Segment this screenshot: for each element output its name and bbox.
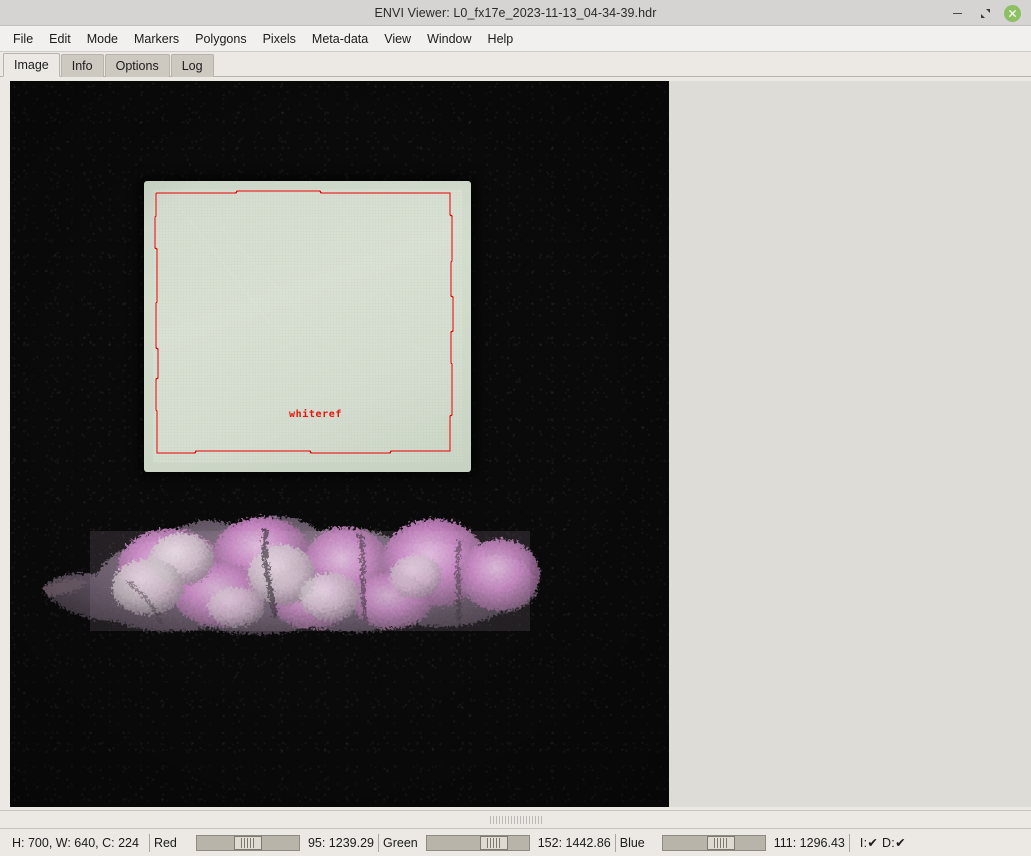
mineral-specimen <box>30 471 550 641</box>
tab-info[interactable]: Info <box>60 54 104 77</box>
titlebar: ENVI Viewer: L0_fx17e_2023-11-13_04-34-3… <box>0 0 1031 26</box>
channel-blue-value: 111: 1296.43 <box>773 835 845 850</box>
channel-red: Red 95: 1239.29 <box>153 834 374 851</box>
window-title: ENVI Viewer: L0_fx17e_2023-11-13_04-34-3… <box>374 5 657 20</box>
close-icon <box>1009 9 1016 17</box>
menu-polygons[interactable]: Polygons <box>187 29 254 49</box>
channel-red-label: Red <box>153 835 177 850</box>
tab-log[interactable]: Log <box>170 54 214 77</box>
horizontal-scrollbar[interactable] <box>0 810 1031 828</box>
main-content: whiteref <box>0 77 1031 828</box>
channel-green-label: Green <box>382 835 418 850</box>
channel-blue-slider[interactable] <box>661 834 766 851</box>
menu-mode[interactable]: Mode <box>79 29 126 49</box>
slider-grip-icon <box>241 837 255 848</box>
envi-viewer-window: ENVI Viewer: L0_fx17e_2023-11-13_04-34-3… <box>0 0 1031 856</box>
menu-pixels[interactable]: Pixels <box>255 29 304 49</box>
whiteref-scratches <box>153 189 462 463</box>
tab-image[interactable]: Image <box>3 53 60 77</box>
tabbar: Image Info Options Log <box>0 52 1031 77</box>
channel-red-value: 95: 1239.29 <box>307 835 374 850</box>
channel-red-slider-thumb[interactable] <box>233 835 262 850</box>
channel-green-slider-thumb[interactable] <box>479 835 508 850</box>
menu-view[interactable]: View <box>376 29 419 49</box>
whiteref-surface <box>153 189 462 463</box>
window-controls <box>948 0 1027 26</box>
whiteref-target <box>144 181 471 472</box>
image-dimensions-label: H: 700, W: 640, C: 224 <box>12 835 139 850</box>
statusbar-separator <box>614 833 616 852</box>
statusbar-separator <box>848 833 850 852</box>
channel-blue-label: Blue <box>619 835 645 850</box>
minimize-button[interactable] <box>948 4 966 22</box>
menu-help[interactable]: Help <box>480 29 522 49</box>
statusbar: H: 700, W: 640, C: 224 Red 95: 1239.29 G… <box>0 828 1031 856</box>
channel-green-value: 152: 1442.86 <box>537 835 611 850</box>
channel-red-slider[interactable] <box>195 834 300 851</box>
menu-meta-data[interactable]: Meta-data <box>304 29 376 49</box>
image-canvas[interactable]: whiteref <box>10 81 669 807</box>
minimize-icon <box>952 12 962 14</box>
menu-window[interactable]: Window <box>419 29 479 49</box>
channel-blue-slider-thumb[interactable] <box>706 835 735 850</box>
channel-green-slider[interactable] <box>425 834 530 851</box>
maximize-button[interactable] <box>976 4 994 22</box>
scrollbar-grip-icon[interactable] <box>489 816 542 824</box>
canvas-row: whiteref <box>0 81 1031 807</box>
slider-grip-icon <box>487 837 501 848</box>
channel-blue: Blue 111: 1296.43 <box>619 834 845 851</box>
menu-edit[interactable]: Edit <box>41 29 79 49</box>
maximize-icon <box>980 8 990 18</box>
statusbar-separator <box>148 833 150 852</box>
statusbar-separator <box>377 833 379 852</box>
close-button[interactable] <box>1004 4 1021 22</box>
side-panel <box>669 81 1031 807</box>
menu-file[interactable]: File <box>5 29 41 49</box>
menubar: File Edit Mode Markers Polygons Pixels M… <box>0 26 1031 52</box>
polygon-label: whiteref <box>289 409 342 420</box>
channel-green: Green 152: 1442.86 <box>382 834 611 851</box>
tab-options[interactable]: Options <box>104 54 170 77</box>
menu-markers[interactable]: Markers <box>126 29 187 49</box>
status-flags: I:✔ D:✔ <box>859 836 906 850</box>
slider-grip-icon <box>714 837 728 848</box>
